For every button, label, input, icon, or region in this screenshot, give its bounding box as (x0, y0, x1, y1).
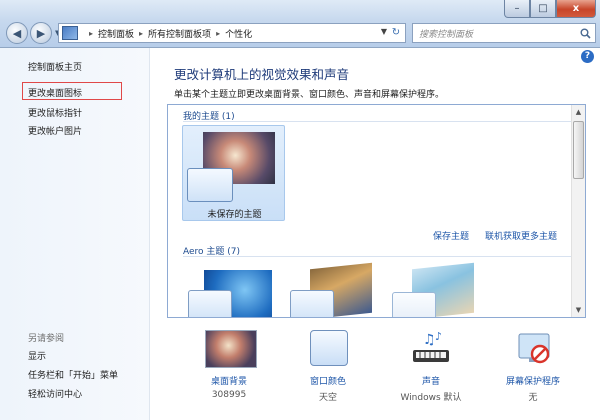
address-dropdown-icon[interactable]: ▼ (381, 27, 387, 36)
svg-text:♪: ♪ (435, 330, 442, 343)
window-color-item[interactable]: 窗口颜色 天空 (283, 328, 373, 403)
sidebar-item-change-desktop-icons[interactable]: 更改桌面图标 (28, 86, 82, 99)
theme-window-color-swatch (290, 290, 334, 317)
screen-saver-item[interactable]: 屏幕保护程序 无 (488, 328, 578, 403)
breadcrumb-separator-icon: ▸ (89, 28, 94, 38)
sounds-value: Windows 默认 (400, 393, 462, 403)
forward-button[interactable]: ▶ (30, 22, 52, 44)
help-icon[interactable]: ? (581, 50, 594, 63)
left-pane: 控制面板主页 更改桌面图标 更改鼠标指针 更改帐户图片 另请参阅 显示 任务栏和… (0, 48, 150, 420)
screen-saver-value: 无 (528, 393, 538, 403)
desktop-background-label[interactable]: 桌面背景 (184, 374, 274, 387)
maximize-button[interactable]: □ (530, 0, 556, 18)
arrow-right-icon: ▶ (36, 26, 46, 40)
breadcrumb-item-personalization[interactable]: 个性化 (225, 27, 252, 40)
page-subtitle: 单击某个主题立即更改桌面背景、窗口颜色、声音和屏幕保护程序。 (174, 90, 445, 100)
sounds-label[interactable]: 声音 (386, 374, 476, 387)
aero-theme-characters[interactable] (388, 262, 474, 317)
theme-window-color-swatch (187, 168, 233, 202)
refresh-icon[interactable]: ↻ (389, 26, 403, 40)
scroll-up-icon[interactable]: ▲ (572, 105, 585, 119)
theme-window-color-swatch (188, 290, 232, 317)
page-title: 更改计算机上的视觉效果和声音 (174, 67, 350, 82)
sidebar-item-change-account-picture[interactable]: 更改帐户图片 (28, 124, 82, 137)
window-color-label[interactable]: 窗口颜色 (283, 374, 373, 387)
sidebar-item-change-mouse-pointers[interactable]: 更改鼠标指针 (28, 106, 82, 119)
themes-list: 我的主题 (1) 未保存的主题 保存主题 联机获取更多主题 Aero 主题 (7… (167, 104, 586, 318)
desktop-background-item[interactable]: 桌面背景 308995 (184, 328, 274, 400)
sounds-icon: ♫ ♪ (407, 328, 455, 368)
screen-saver-label[interactable]: 屏幕保护程序 (488, 374, 578, 387)
see-also-taskbar-start-menu[interactable]: 任务栏和「开始」菜单 (28, 368, 118, 381)
window-chrome: – □ x ◀ ▶ ▼ ▸ 控制面板 ▸ 所有控制面板项 ▸ 个性化 ▼ (0, 0, 600, 48)
breadcrumb-item-all-items[interactable]: 所有控制面板项 (148, 27, 211, 40)
personalization-window: – □ x ◀ ▶ ▼ ▸ 控制面板 ▸ 所有控制面板项 ▸ 个性化 ▼ (0, 0, 600, 420)
aero-theme-windows7[interactable] (188, 270, 272, 317)
breadcrumb-separator-icon[interactable]: ▸ (139, 29, 143, 38)
minimize-button[interactable]: – (504, 0, 530, 18)
search-input[interactable]: 搜索控制面板 (419, 27, 577, 40)
see-also-heading: 另请参阅 (28, 334, 65, 344)
aero-theme-architecture[interactable] (286, 262, 372, 317)
section-divider (183, 121, 573, 122)
breadcrumb-separator-icon[interactable]: ▸ (216, 29, 220, 38)
svg-text:♫: ♫ (423, 332, 436, 348)
back-button[interactable]: ◀ (6, 22, 28, 44)
search-icon[interactable] (577, 25, 593, 41)
window-color-icon (304, 328, 352, 368)
scroll-thumb[interactable] (573, 121, 584, 179)
see-also-display[interactable]: 显示 (28, 349, 46, 362)
get-more-themes-link[interactable]: 联机获取更多主题 (485, 229, 557, 242)
arrow-left-icon: ◀ (12, 26, 22, 40)
theme-tile-unsaved[interactable]: 未保存的主题 (182, 125, 285, 221)
save-theme-link[interactable]: 保存主题 (433, 229, 469, 242)
see-also-ease-of-access[interactable]: 轻松访问中心 (28, 387, 82, 400)
control-panel-icon (62, 26, 78, 40)
caption-buttons: – □ x (504, 0, 596, 18)
theme-window-color-swatch (392, 292, 436, 317)
navigation-buttons: ◀ ▶ ▼ (6, 22, 60, 44)
theme-name: 未保存的主题 (207, 210, 262, 220)
desktop-background-icon (205, 328, 257, 368)
close-button[interactable]: x (556, 0, 596, 18)
breadcrumb-item-control-panel[interactable]: 控制面板 (98, 27, 134, 40)
screen-saver-icon (509, 328, 557, 368)
desktop-background-value: 308995 (211, 390, 247, 400)
sidebar-item-control-panel-home[interactable]: 控制面板主页 (28, 60, 82, 73)
themes-scrollbar[interactable]: ▲ ▼ (571, 105, 585, 317)
search-box[interactable]: 搜索控制面板 (412, 23, 596, 43)
window-color-value: 天空 (318, 393, 337, 403)
sounds-item[interactable]: ♫ ♪ 声音 Windows 默认 (386, 328, 476, 403)
scroll-down-icon[interactable]: ▼ (572, 303, 585, 317)
breadcrumb: ▸ 控制面板 ▸ 所有控制面板项 ▸ 个性化 (84, 27, 252, 40)
section-divider (183, 256, 573, 257)
address-bar[interactable]: ▸ 控制面板 ▸ 所有控制面板项 ▸ 个性化 ▼ ↻ (58, 23, 406, 43)
